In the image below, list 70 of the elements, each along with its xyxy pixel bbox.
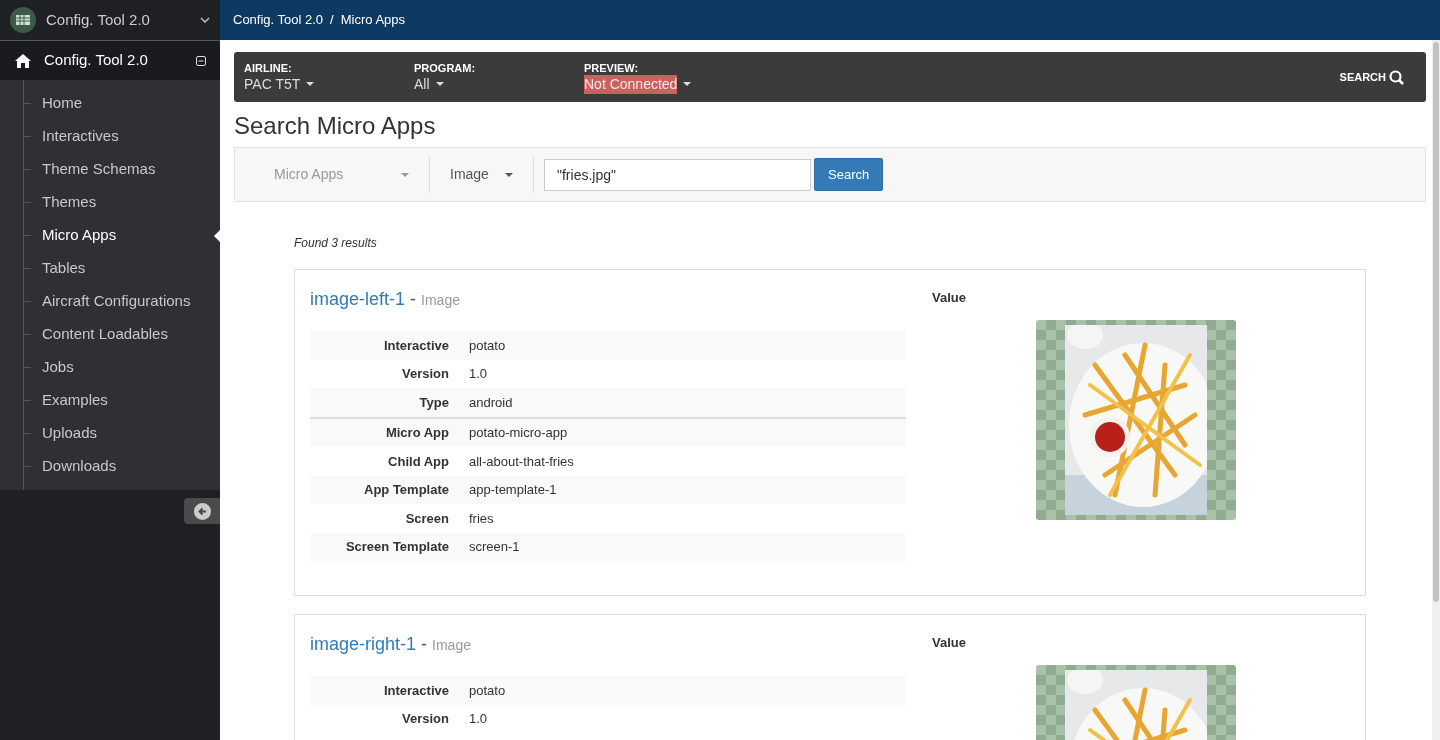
field-label: Interactive (382, 681, 449, 700)
collapse-icon[interactable] (196, 55, 206, 66)
title-separator: - (421, 633, 428, 656)
chevron-down-icon[interactable] (200, 17, 210, 23)
field-value: potato-micro-app (469, 424, 568, 442)
sidebar-item[interactable]: Uploads (42, 422, 98, 445)
sidebar-item[interactable]: Themes (42, 191, 97, 214)
field-label: Screen (404, 509, 449, 528)
active-pointer-icon (214, 230, 220, 242)
sidebar-item[interactable]: Examples (42, 389, 108, 412)
field-value: fries (469, 509, 494, 528)
dropdown-select[interactable]: Image (430, 156, 534, 193)
result-type: Image (432, 636, 471, 655)
field-label: Interactive (382, 336, 449, 355)
caret-down-icon (683, 82, 692, 86)
breadcrumb-link[interactable]: Micro Apps (340, 10, 406, 30)
sidebar-item[interactable]: Aircraft Configurations (42, 290, 191, 313)
title-separator: - (410, 288, 417, 311)
filter-label: PROGRAM: (414, 60, 477, 75)
section-title: Config. Tool 2.0 (44, 50, 149, 71)
sidebar-item[interactable]: Home (42, 92, 82, 115)
result-title-link[interactable]: image-left-1 (310, 286, 406, 313)
caret-down-icon (306, 82, 315, 86)
field-label: Version (401, 365, 449, 383)
field-label: Screen Template (344, 538, 449, 556)
caret-down-icon (401, 172, 409, 177)
sidebar-item[interactable]: Interactives (42, 125, 119, 148)
result-title-link[interactable]: image-right-1 (310, 631, 417, 658)
field-label: Version (401, 710, 449, 728)
scrollbar-thumb[interactable] (1433, 42, 1439, 602)
search-field[interactable]: "fries.jpg" (544, 158, 811, 191)
filter-label: AIRLINE: (244, 60, 293, 75)
search-button[interactable]: Search (814, 158, 884, 191)
search-button[interactable]: SEARCH (1339, 68, 1404, 86)
field-label: Micro App (384, 424, 449, 442)
field-label: Child App (387, 452, 449, 471)
collapse-sidebar-button[interactable] (184, 498, 220, 524)
value-label: Value (932, 289, 967, 307)
field-value: 1.0 (469, 365, 488, 383)
field-value: potato (469, 336, 506, 355)
results-summary: Found 3 results (294, 235, 378, 252)
sidebar-item[interactable]: Downloads (42, 455, 117, 478)
app-title: Config. Tool 2.0 (46, 9, 151, 30)
value-label: Value (932, 634, 967, 652)
search-icon (1389, 69, 1404, 85)
field-value: screen-1 (469, 538, 520, 556)
breadcrumb-link[interactable]: Config. Tool 2.0 (233, 10, 324, 30)
breadcrumb-separator: / (330, 11, 334, 30)
app-logo-icon (10, 7, 36, 33)
page-title: Search Micro Apps (234, 111, 437, 141)
field-value: android (469, 393, 513, 412)
field-label: App Template (363, 481, 449, 499)
field-value: potato (469, 681, 506, 700)
filter-dropdown[interactable]: All (414, 74, 444, 94)
home-icon (14, 52, 32, 69)
sidebar-item[interactable]: Micro Apps (42, 224, 117, 247)
caret-down-icon (505, 172, 513, 177)
field-value: 1.0 (469, 710, 488, 728)
sidebar-item[interactable]: Jobs (42, 356, 74, 379)
field-label: Type (418, 393, 449, 412)
sidebar-item[interactable]: Tables (42, 257, 86, 280)
sidebar-item[interactable]: Content Loadables (42, 323, 168, 346)
field-value: app-template-1 (469, 481, 557, 499)
caret-down-icon (435, 82, 444, 86)
filter-label: PREVIEW: (584, 60, 640, 75)
field-value: all-about-that-fries (469, 452, 574, 471)
arrow-left-circle-icon (193, 502, 211, 520)
sidebar-item[interactable]: Theme Schemas (42, 158, 156, 181)
result-type: Image (421, 291, 460, 310)
filter-dropdown[interactable]: PAC T5T (244, 74, 315, 94)
